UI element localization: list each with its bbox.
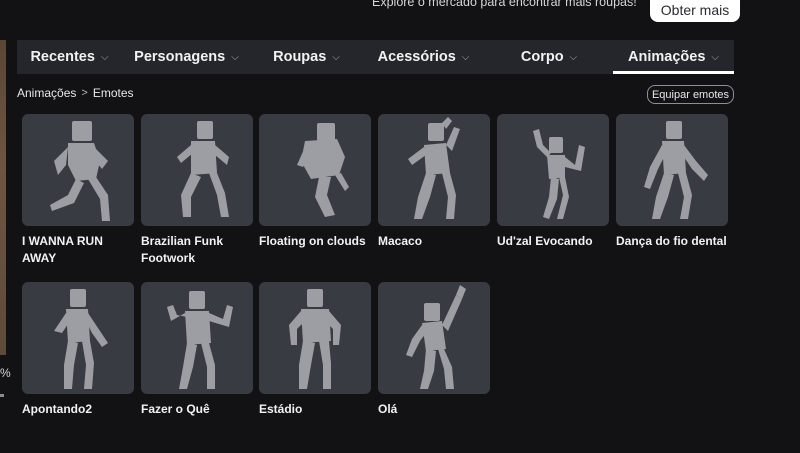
item-title: Estádio (259, 402, 303, 416)
item-thumbnail (378, 114, 490, 226)
zoom-slider-track[interactable] (0, 394, 4, 397)
item-thumbnail (141, 114, 253, 226)
tab-label: Animações (628, 49, 706, 65)
tab-corpo[interactable]: Corpo ⌵ (485, 40, 613, 74)
chevron-down-icon: ⌵ (100, 51, 109, 63)
tab-recentes[interactable]: Recentes ⌵ (17, 40, 122, 74)
run-pose-icon (50, 121, 110, 221)
tab-label: Personagens (134, 49, 226, 65)
float-pose-icon (297, 123, 349, 217)
item-card[interactable]: Fazer o Quê (141, 282, 253, 418)
tab-personagens[interactable]: Personagens ⌵ (122, 40, 251, 74)
item-card[interactable]: Ud'zal Evocando (497, 114, 609, 250)
wave-pose-icon (406, 285, 466, 389)
item-card[interactable]: Brazilian Funk Footwork (141, 114, 253, 267)
point-pose-icon (54, 289, 108, 389)
tab-roupas[interactable]: Roupas ⌵ (251, 40, 362, 74)
item-thumbnail (259, 114, 371, 226)
promo-text: Explore o mercado para encontrar mais ro… (372, 0, 637, 9)
item-thumbnail (497, 114, 609, 226)
item-thumbnail (616, 114, 728, 226)
monkey-pose-icon (408, 117, 460, 219)
chevron-down-icon: ⌵ (231, 51, 239, 63)
get-more-button[interactable]: Obter mais (650, 0, 740, 22)
item-title: Ud'zal Evocando (497, 234, 593, 248)
tab-acessorios[interactable]: Acessórios ⌵ (362, 40, 485, 74)
item-title: I WANNA RUN AWAY (22, 234, 103, 265)
item-card[interactable]: Estádio (259, 282, 371, 418)
item-title: Apontando2 (22, 402, 92, 416)
summon-pose-icon (533, 129, 585, 219)
item-thumbnail (22, 114, 134, 226)
item-card[interactable]: Dança do fio dental (616, 114, 728, 250)
item-title: Olá (378, 402, 398, 416)
tab-animacoes[interactable]: Animações ⌵ (613, 40, 734, 74)
chevron-down-icon: ⌵ (711, 51, 719, 63)
chevron-down-icon: ⌵ (569, 51, 578, 63)
item-card[interactable]: Floating on clouds (259, 114, 371, 250)
breadcrumb-current: Emotes (92, 86, 134, 100)
stadium-pose-icon (289, 289, 341, 389)
tab-label: Roupas (273, 49, 327, 65)
item-title: Brazilian Funk Footwork (141, 234, 224, 265)
item-card[interactable]: Olá (378, 282, 490, 418)
chevron-down-icon: ⌵ (332, 51, 340, 63)
item-title: Floating on clouds (259, 234, 366, 248)
category-tabs: Recentes ⌵ Personagens ⌵ Roupas ⌵ Acessó… (17, 40, 734, 74)
breadcrumb-chevron-icon: > (81, 87, 88, 99)
tab-label: Acessórios (377, 49, 456, 65)
zoom-percent-label: % (0, 366, 11, 380)
item-thumbnail (259, 282, 371, 394)
avatar-preview-edge (0, 40, 6, 355)
breadcrumb-parent[interactable]: Animações (17, 86, 76, 100)
item-title: Fazer o Quê (141, 402, 210, 416)
item-card[interactable]: Apontando2 (22, 282, 134, 418)
item-title: Macaco (378, 234, 423, 248)
avatar-editor-page: % Explore o mercado para encontrar mais … (0, 0, 800, 453)
funk-pose-icon (177, 121, 229, 217)
chevron-down-icon: ⌵ (461, 51, 470, 63)
item-title: Dança do fio dental (616, 234, 727, 248)
floss-pose-icon (644, 121, 708, 219)
tab-label: Corpo (520, 49, 564, 65)
breadcrumb: Animações > Emotes (17, 86, 134, 100)
tab-label: Recentes (30, 49, 95, 65)
item-thumbnail (378, 282, 490, 394)
item-thumbnail (22, 282, 134, 394)
shrug-pose-icon (167, 291, 233, 389)
item-card[interactable]: Macaco (378, 114, 490, 250)
item-card[interactable]: I WANNA RUN AWAY (22, 114, 134, 267)
equip-emotes-button[interactable]: Equipar emotes (647, 85, 734, 104)
item-thumbnail (141, 282, 253, 394)
